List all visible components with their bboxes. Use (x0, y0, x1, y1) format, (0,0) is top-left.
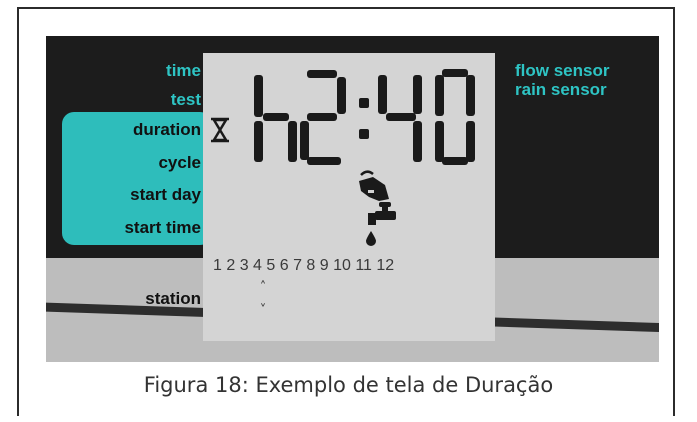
label-test[interactable]: test (171, 90, 201, 110)
station-numbers: 1 2 3 4 5 6 7 8 9 10 11 12 (213, 257, 395, 274)
label-start-day[interactable]: start day (130, 185, 201, 205)
label-time[interactable]: time (166, 61, 201, 81)
label-cycle[interactable]: cycle (158, 153, 201, 173)
lcd-screen: h2:40 (203, 53, 495, 341)
hand-pointer-icon (359, 170, 389, 201)
label-rain-sensor[interactable]: rain sensor (515, 80, 607, 100)
water-drop-icon (366, 231, 376, 246)
station-down-arrow[interactable]: ˅ (260, 303, 267, 318)
label-duration[interactable]: duration (133, 120, 201, 140)
hourglass-icon (211, 117, 229, 143)
figure-caption: Figura 18: Exemplo de tela de Duração (143, 373, 554, 397)
faucet-icon (368, 202, 396, 225)
station-up-arrow[interactable]: ˄ (260, 280, 267, 295)
label-flow-sensor[interactable]: flow sensor (515, 61, 609, 81)
label-station[interactable]: station (145, 289, 201, 309)
lcd-digits (254, 69, 475, 165)
label-start-time[interactable]: start time (124, 218, 201, 238)
